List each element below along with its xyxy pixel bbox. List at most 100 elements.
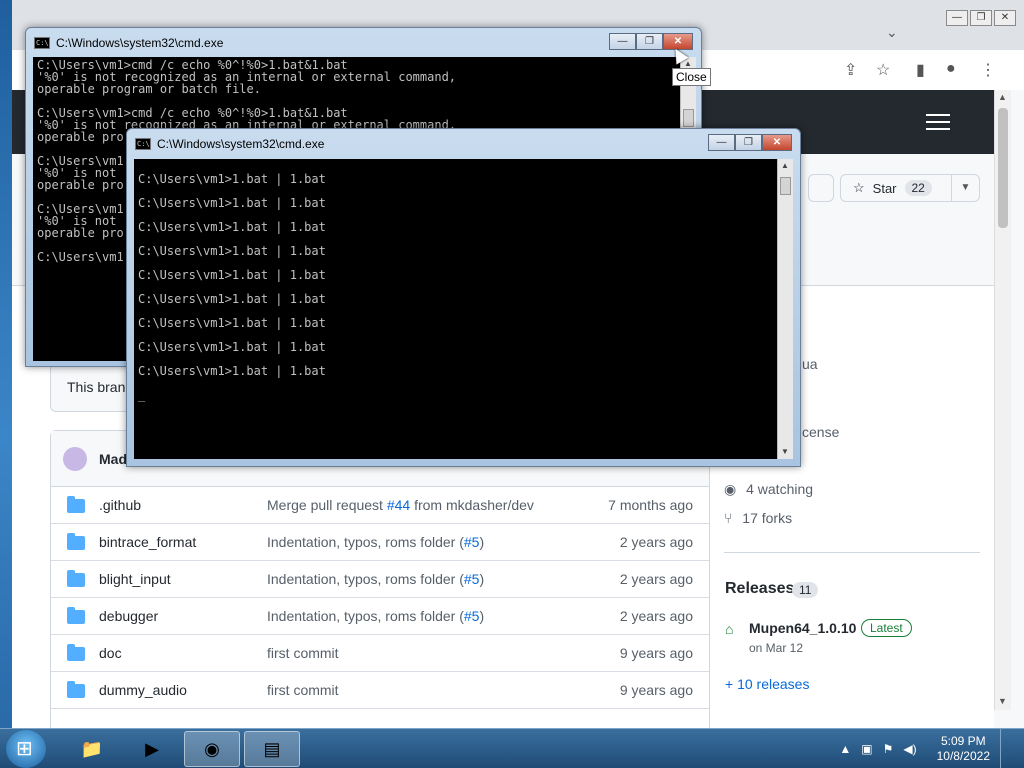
- scrollbar-thumb[interactable]: [998, 108, 1008, 228]
- commit-message[interactable]: Indentation, typos, roms folder (#5): [267, 534, 484, 550]
- folder-icon: [67, 496, 85, 513]
- cmd-back-maximize-button[interactable]: ❐: [636, 33, 663, 50]
- cmd-front-scrollbar[interactable]: ▲ ▼: [777, 159, 793, 459]
- file-name[interactable]: debugger: [99, 608, 158, 624]
- cmd-back-scroll-thumb[interactable]: [683, 109, 694, 127]
- show-desktop-button[interactable]: [1000, 729, 1014, 768]
- sidebar-divider: [724, 552, 980, 553]
- cmd-front-title: C:\Windows\system32\cmd.exe: [157, 137, 325, 151]
- commit-pr-link[interactable]: #44: [387, 497, 410, 513]
- bookmark-star-icon[interactable]: ☆: [876, 60, 890, 80]
- cmd-back-titlebar[interactable]: C:\ C:\Windows\system32\cmd.exe: [34, 36, 223, 50]
- explorer-taskbar-icon[interactable]: 📁: [64, 731, 120, 767]
- file-row[interactable]: .github Merge pull request #44 from mkdas…: [51, 487, 709, 524]
- cmd-front-maximize-button[interactable]: ❐: [735, 134, 762, 151]
- commit-pr-link[interactable]: #5: [464, 571, 480, 587]
- file-row[interactable]: dummy_audio first commit 9 years ago: [51, 672, 709, 709]
- media-player-taskbar-icon[interactable]: ▶: [124, 731, 180, 767]
- file-name[interactable]: dummy_audio: [99, 682, 187, 698]
- clock[interactable]: 5:09 PM 10/8/2022: [937, 734, 990, 764]
- taskbar: 📁 ▶ ◉ ▤ ▲ ▣ ⚑ ◀) 5:09 PM 10/8/2022: [0, 728, 1024, 768]
- browser-minimize-button[interactable]: —: [946, 10, 968, 26]
- file-name[interactable]: .github: [99, 497, 141, 513]
- commit-message[interactable]: Indentation, typos, roms folder (#5): [267, 571, 484, 587]
- clock-time: 5:09 PM: [940, 734, 986, 748]
- tag-icon: ⌂: [725, 621, 734, 637]
- start-button[interactable]: [6, 730, 46, 768]
- commit-pr-link[interactable]: #5: [464, 608, 480, 624]
- file-list: Madg .github Merge pull request #44 from …: [50, 430, 710, 730]
- cmd-app-icon: C:\: [34, 37, 50, 49]
- browser-maximize-button[interactable]: ❐: [970, 10, 992, 26]
- folder-icon: [67, 607, 85, 624]
- commit-time: 2 years ago: [619, 571, 693, 587]
- tab-search-chevron-icon[interactable]: ⌄: [886, 24, 898, 41]
- commit-pr-link[interactable]: #5: [464, 534, 480, 550]
- star-dropdown-button[interactable]: ▼: [952, 174, 980, 202]
- sidebar-icon[interactable]: ▮: [916, 60, 925, 80]
- browser-close-button[interactable]: ✕: [994, 10, 1016, 26]
- cmd-front-close-button[interactable]: ✕: [762, 134, 792, 151]
- cmd-front-scroll-up-icon[interactable]: ▲: [781, 161, 789, 170]
- action-center-icon[interactable]: ⚑: [883, 742, 894, 756]
- cmd-back-minimize-button[interactable]: —: [609, 33, 636, 50]
- commit-message[interactable]: first commit: [267, 682, 339, 698]
- cmd-front-scroll-thumb[interactable]: [780, 177, 791, 195]
- commit-message-text: Indentation, typos, roms folder (: [267, 534, 464, 550]
- scroll-down-arrow-icon[interactable]: ▼: [998, 696, 1007, 706]
- file-name[interactable]: doc: [99, 645, 122, 661]
- forks-link[interactable]: ⑂ 17 forks: [724, 510, 792, 526]
- browser-menu-icon[interactable]: ⋮: [980, 60, 996, 80]
- file-row[interactable]: debugger Indentation, typos, roms folder …: [51, 598, 709, 635]
- commit-message[interactable]: Indentation, typos, roms folder (#5): [267, 608, 484, 624]
- cmd-front-scroll-down-icon[interactable]: ▼: [781, 447, 789, 456]
- page-scrollbar[interactable]: ▲ ▼: [994, 90, 1011, 710]
- volume-icon[interactable]: ◀): [903, 742, 916, 756]
- commit-time: 9 years ago: [619, 682, 693, 698]
- watching-label: 4 watching: [746, 481, 814, 497]
- cmd-taskbar-icon[interactable]: ▤: [244, 731, 300, 767]
- commit-message-text: Indentation, typos, roms folder (: [267, 571, 464, 587]
- avatar[interactable]: [63, 447, 87, 471]
- close-tooltip: Close: [672, 68, 711, 86]
- commit-time: 9 years ago: [619, 645, 693, 661]
- fork-icon: ⑂: [724, 510, 733, 526]
- show-hidden-icons-icon[interactable]: ▲: [839, 742, 851, 756]
- network-icon[interactable]: ▣: [861, 742, 872, 756]
- file-row[interactable]: doc first commit 9 years ago: [51, 635, 709, 672]
- cmd-back-scroll-up-icon[interactable]: ▲: [684, 59, 692, 68]
- repo-action-button[interactable]: [808, 174, 834, 202]
- cmd-window-front[interactable]: C:\ C:\Windows\system32\cmd.exe — ❐ ✕ C:…: [126, 128, 801, 467]
- release-name[interactable]: Mupen64_1.0.10: [749, 620, 856, 636]
- releases-heading[interactable]: Releases: [725, 580, 794, 598]
- latest-badge: Latest: [861, 619, 912, 637]
- file-row[interactable]: blight_input Indentation, typos, roms fol…: [51, 561, 709, 598]
- scroll-up-arrow-icon[interactable]: ▲: [998, 92, 1007, 102]
- hamburger-menu-icon[interactable]: [926, 114, 950, 130]
- profile-icon[interactable]: ●: [946, 60, 956, 78]
- file-name[interactable]: blight_input: [99, 571, 171, 587]
- about-license-partial[interactable]: cense: [802, 424, 839, 440]
- share-icon[interactable]: ⇪: [844, 60, 857, 80]
- commit-time: 2 years ago: [619, 608, 693, 624]
- folder-icon: [67, 533, 85, 550]
- commit-message-text: first commit: [267, 682, 339, 698]
- commit-message-text: Indentation, typos, roms folder (: [267, 608, 464, 624]
- commit-message[interactable]: Merge pull request #44 from mkdasher/dev: [267, 497, 534, 513]
- more-releases-link[interactable]: + 10 releases: [725, 676, 809, 692]
- commit-message-suffix: ): [479, 571, 485, 587]
- commit-message[interactable]: first commit: [267, 645, 339, 661]
- star-button[interactable]: ☆ Star 22: [840, 174, 952, 202]
- cmd-front-titlebar[interactable]: C:\ C:\Windows\system32\cmd.exe: [135, 137, 324, 151]
- watching-link[interactable]: ◉ 4 watching: [724, 481, 813, 498]
- file-row[interactable]: bintrace_format Indentation, typos, roms …: [51, 524, 709, 561]
- commit-message-text: Merge pull request: [267, 497, 387, 513]
- clock-date: 10/8/2022: [936, 749, 990, 763]
- commit-message-text: first commit: [267, 645, 339, 661]
- star-label: Star: [872, 180, 897, 196]
- browser-window-controls: — ❐ ✕: [946, 10, 1016, 26]
- chrome-taskbar-icon[interactable]: ◉: [184, 731, 240, 767]
- file-name[interactable]: bintrace_format: [99, 534, 196, 550]
- cmd-front-console[interactable]: C:\Users\vm1>1.bat | 1.bat C:\Users\vm1>…: [134, 159, 777, 459]
- cmd-front-minimize-button[interactable]: —: [708, 134, 735, 151]
